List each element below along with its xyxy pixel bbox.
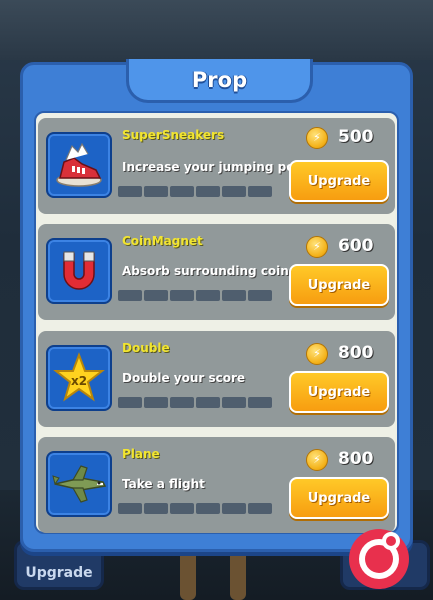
level-segment [248, 503, 272, 514]
item-icon-box [46, 132, 112, 198]
level-segment [196, 186, 220, 197]
item-description: Double your score [122, 371, 246, 385]
item-card-coinmagnet: CoinMagnet Absorb surrounding coins ⚡ 60… [38, 224, 395, 320]
level-segment [144, 290, 168, 301]
level-segment [144, 503, 168, 514]
coin-icon: ⚡ [306, 343, 328, 365]
level-segment [118, 503, 142, 514]
item-icon-box [46, 238, 112, 304]
upgrade-button-plane[interactable]: Upgrade [289, 477, 389, 519]
level-segment [144, 397, 168, 408]
level-bar [118, 397, 272, 408]
level-segment [118, 397, 142, 408]
level-segment [196, 397, 220, 408]
background-upgrade-label: Upgrade [25, 565, 93, 581]
level-bar [118, 503, 272, 514]
level-segment [118, 186, 142, 197]
background-top [0, 0, 433, 60]
plane-icon [52, 465, 107, 503]
item-name: SuperSneakers [122, 128, 225, 142]
item-icon-box: x2 [46, 345, 112, 411]
item-price: 500 [338, 127, 374, 147]
level-segment [170, 290, 194, 301]
item-price: 800 [338, 449, 374, 469]
coin-icon: ⚡ [306, 449, 328, 471]
level-segment [118, 290, 142, 301]
item-card-double: x2 Double Double your score ⚡ 800 Upgrad… [38, 331, 395, 427]
item-name: Double [122, 341, 170, 355]
item-icon-box [46, 451, 112, 517]
panel-title: Prop [191, 67, 248, 92]
star-x2-icon: x2 [53, 352, 105, 402]
item-name: CoinMagnet [122, 234, 203, 248]
level-segment [248, 186, 272, 197]
level-segment [144, 186, 168, 197]
magnet-icon [63, 251, 95, 290]
level-bar [118, 290, 272, 301]
brand-logo-icon [349, 529, 409, 589]
item-price: 800 [338, 343, 374, 363]
item-description: Absorb surrounding coins [122, 264, 296, 278]
level-segment [222, 397, 246, 408]
level-segment [222, 186, 246, 197]
item-price: 600 [338, 236, 374, 256]
level-segment [196, 503, 220, 514]
coin-icon: ⚡ [306, 127, 328, 149]
upgrade-button-double[interactable]: Upgrade [289, 371, 389, 413]
level-segment [196, 290, 220, 301]
item-card-supersneakers: SuperSneakers Increase your jumping powe… [38, 118, 395, 214]
level-segment [248, 290, 272, 301]
level-segment [248, 397, 272, 408]
level-segment [170, 397, 194, 408]
item-description: Take a flight [122, 477, 205, 491]
level-segment [222, 503, 246, 514]
level-bar [118, 186, 272, 197]
panel-title-tab: Prop [126, 59, 313, 103]
sneaker-icon [56, 142, 102, 187]
item-card-plane: Plane Take a flight ⚡ 800 Upgrade [38, 437, 395, 533]
level-segment [170, 186, 194, 197]
upgrade-button-coinmagnet[interactable]: Upgrade [289, 264, 389, 306]
coin-icon: ⚡ [306, 236, 328, 258]
level-segment [222, 290, 246, 301]
upgrade-button-supersneakers[interactable]: Upgrade [289, 160, 389, 202]
item-name: Plane [122, 447, 160, 461]
star-badge-text: x2 [71, 374, 87, 388]
level-segment [170, 503, 194, 514]
